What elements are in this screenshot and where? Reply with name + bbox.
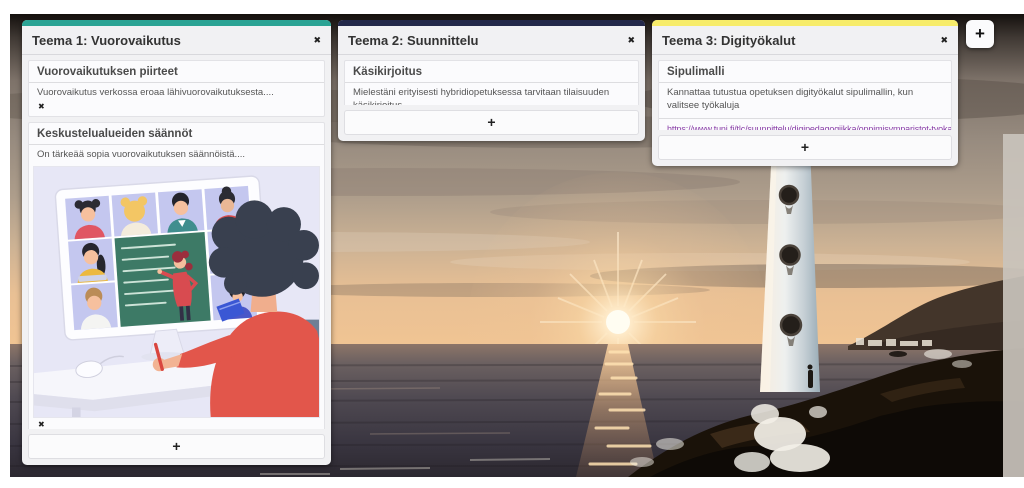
note-sipulimalli[interactable]: Sipulimalli Kannattaa tutustua opetuksen…	[658, 60, 952, 130]
chalkboard-tile	[115, 232, 211, 327]
video-call-illustration-svg	[34, 167, 319, 417]
note-text: Mielestäni erityisesti hybridiopetuksess…	[345, 83, 638, 105]
note-link-row: https://www.tuni.fi/tlc/suunnittelu/digi…	[659, 118, 951, 130]
note-title: Keskustelualueiden säännöt	[29, 123, 324, 145]
note-delete-icon[interactable]: ✖	[29, 100, 324, 116]
column-card-vuorovaikutus: Teema 1: Vuorovaikutus ✖ Vuorovaikutukse…	[22, 20, 331, 465]
note-title: Vuorovaikutuksen piirteet	[29, 61, 324, 83]
column-title: Teema 2: Suunnittelu	[348, 33, 479, 48]
note-text: Vuorovaikutus verkossa eroaa lähivuorova…	[29, 83, 324, 100]
add-note-button[interactable]: +	[658, 135, 952, 160]
add-note-button[interactable]: +	[344, 110, 639, 135]
figure-at-base	[808, 370, 813, 388]
right-edge-light-strip	[1003, 134, 1024, 477]
note-title: Sipulimalli	[659, 61, 951, 83]
column-close-icon[interactable]: ✖	[940, 36, 948, 45]
column-body: Sipulimalli Kannattaa tutustua opetuksen…	[652, 55, 958, 130]
note-delete-icon[interactable]: ✖	[29, 418, 324, 429]
column-card-suunnittelu: Teema 2: Suunnittelu ✖ Käsikirjoitus Mie…	[338, 20, 645, 141]
distant-rock	[889, 351, 907, 357]
column-body: Käsikirjoitus Mielestäni erityisesti hyb…	[338, 55, 645, 105]
column-card-digityokalut: Teema 3: Digityökalut ✖ Sipulimalli Kann…	[652, 20, 958, 166]
note-vuorovaikutuksen-piirteet[interactable]: Vuorovaikutuksen piirteet Vuorovaikutus …	[28, 60, 325, 117]
note-kasikirjoitus[interactable]: Käsikirjoitus Mielestäni erityisesti hyb…	[344, 60, 639, 105]
note-title: Käsikirjoitus	[345, 61, 638, 83]
note-link[interactable]: https://www.tuni.fi/tlc/suunnittelu/digi…	[667, 124, 951, 130]
column-close-icon[interactable]: ✖	[313, 36, 321, 45]
note-text: Kannattaa tutustua opetuksen digityökalu…	[659, 83, 951, 113]
column-body: Vuorovaikutuksen piirteet Vuorovaikutus …	[22, 55, 331, 429]
column-header: Teema 1: Vuorovaikutus ✖	[22, 26, 331, 55]
add-note-button[interactable]: +	[28, 434, 325, 459]
video-call-illustration[interactable]	[33, 166, 320, 418]
column-close-icon[interactable]: ✖	[627, 36, 635, 45]
note-text: On tärkeää sopia vuorovaikutuksen säännö…	[29, 145, 324, 162]
note-keskustelualueiden-saannot[interactable]: Keskustelualueiden säännöt On tärkeää so…	[28, 122, 325, 429]
add-column-button[interactable]: +	[966, 20, 994, 48]
column-title: Teema 3: Digityökalut	[662, 33, 795, 48]
column-header: Teema 3: Digityökalut ✖	[652, 26, 958, 55]
column-title: Teema 1: Vuorovaikutus	[32, 33, 181, 48]
column-header: Teema 2: Suunnittelu ✖	[338, 26, 645, 55]
